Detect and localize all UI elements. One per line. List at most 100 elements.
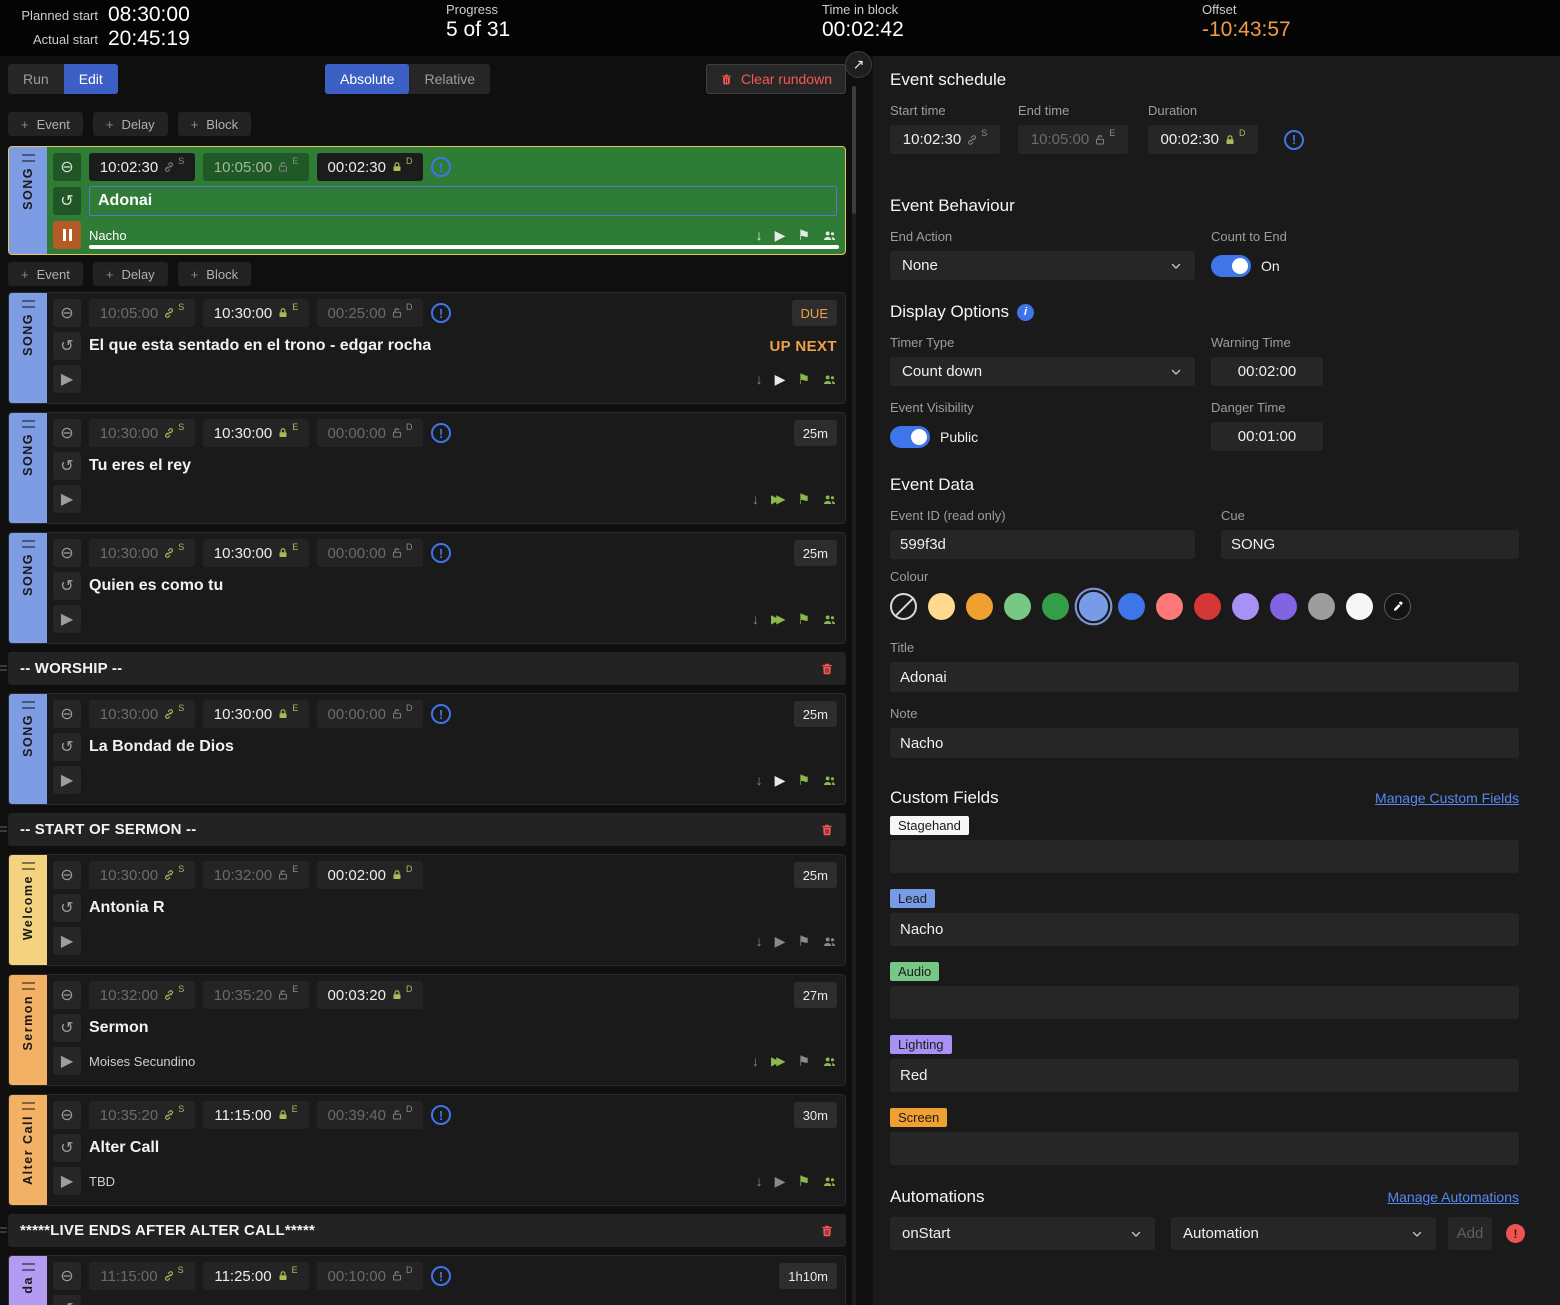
start-time-field[interactable]: 10:02:30S [89,153,195,181]
scrollbar-thumb[interactable] [852,86,856,214]
reload-event-button[interactable]: ↺ [53,733,81,761]
duration-field[interactable]: 00:39:40D [317,1101,423,1129]
reload-event-button[interactable]: ↺ [53,452,81,480]
reload-event-button[interactable]: ↺ [53,572,81,600]
group-icon[interactable] [822,1174,837,1189]
colour-swatch-none[interactable] [890,593,917,620]
add-block-button[interactable]: +Block [178,262,251,286]
play-icon[interactable]: ▶ [775,371,786,388]
group-icon[interactable] [822,773,837,788]
event-note[interactable]: Moises Secundino [89,1054,195,1069]
rundown-block[interactable]: *****LIVE ENDS AFTER ALTER CALL***** [8,1214,846,1247]
colour-swatch[interactable] [1004,593,1031,620]
drag-handle-icon[interactable] [22,862,35,870]
skip-event-button[interactable]: ⊖ [53,981,81,1009]
move-down-icon[interactable]: ↓ [752,611,759,627]
block-title[interactable]: -- WORSHIP -- [20,660,122,677]
custom-field-input-audio[interactable] [890,986,1519,1019]
start-event-button[interactable]: ▶ [53,605,81,633]
drag-handle-icon[interactable] [22,701,35,709]
end-time-field[interactable]: 10:30:00E [203,539,309,567]
start-time-input[interactable]: 10:02:30S [890,125,1000,154]
skip-event-button[interactable]: ⊖ [53,539,81,567]
event-type-strip[interactable]: Welcome [9,855,47,965]
add-event-button[interactable]: +Event [8,112,83,136]
expand-panel-button[interactable]: ↗ [845,51,872,78]
reload-event-button[interactable]: ↺ [53,332,81,360]
start-time-field[interactable]: 10:30:00S [89,419,195,447]
reload-event-button[interactable]: ↺ [53,1134,81,1162]
start-event-button[interactable]: ▶ [53,766,81,794]
event-type-strip[interactable]: SONG [9,533,47,643]
delete-block-button[interactable] [820,662,834,676]
custom-field-input-screen[interactable] [890,1132,1519,1165]
end-time-field[interactable]: 10:35:20E [203,981,309,1009]
skip-event-button[interactable]: ⊖ [53,1262,81,1290]
event-type-strip[interactable]: SONG [9,147,47,254]
start-event-button[interactable]: ▶ [53,365,81,393]
relative-mode-button[interactable]: Relative [409,64,490,94]
start-time-field[interactable]: 10:05:00S [89,299,195,327]
event-type-strip[interactable]: SONG [9,413,47,523]
duration-input[interactable]: 00:02:30D [1148,125,1258,154]
skip-event-button[interactable]: ⊖ [53,299,81,327]
add-automation-button[interactable]: Add [1448,1217,1492,1250]
event-type-strip[interactable]: Sermon [9,975,47,1085]
colour-swatch[interactable] [1346,593,1373,620]
event-title[interactable]: La Bondad de Dios [89,738,234,756]
event-type-strip[interactable]: SONG [9,293,47,403]
automation-select[interactable]: Automation [1171,1217,1436,1250]
count-to-end-toggle[interactable] [1211,255,1251,277]
colour-swatch[interactable] [966,593,993,620]
group-icon[interactable] [822,492,837,507]
skip-event-button[interactable]: ⊖ [53,419,81,447]
end-time-input[interactable]: 10:05:00E [1018,125,1128,154]
rundown-event[interactable]: SONG ⊖ 10:05:00S 10:30:00E 00:25:00D ! D… [8,292,846,404]
rundown-event[interactable]: da ⊖ 11:15:00S 11:25:00E 00:10:00D ! 1h1… [8,1255,846,1305]
event-visibility-toggle[interactable] [890,426,930,448]
start-time-field[interactable]: 10:32:00S [89,981,195,1009]
play-icon[interactable]: ▶ [775,227,786,244]
flag-icon[interactable]: ⚑ [797,772,810,789]
move-down-icon[interactable]: ↓ [752,1053,759,1069]
colour-swatch[interactable] [928,593,955,620]
colour-swatch[interactable] [1308,593,1335,620]
end-time-field[interactable]: 10:05:00E [203,153,309,181]
duration-field[interactable]: 00:00:00D [317,700,423,728]
move-down-icon[interactable]: ↓ [756,933,763,949]
custom-field-input-lighting[interactable] [890,1059,1519,1092]
group-icon[interactable] [822,1054,837,1069]
end-time-field[interactable]: 11:15:00E [203,1101,309,1129]
reload-event-button[interactable]: ↺ [53,1014,81,1042]
fast-forward-icon[interactable]: ▶▶ [771,492,785,506]
group-icon[interactable] [822,228,837,243]
fast-forward-icon[interactable]: ▶▶ [771,612,785,626]
group-icon[interactable] [822,612,837,627]
start-event-button[interactable]: ▶ [53,1047,81,1075]
drag-handle-icon[interactable] [0,826,7,832]
custom-field-input-lead[interactable] [890,913,1519,946]
colour-swatch-selected[interactable] [1079,592,1108,621]
end-action-select[interactable]: None [890,251,1195,280]
rundown-event[interactable]: Sermon ⊖ 10:32:00S 10:35:20E 00:03:20D 2… [8,974,846,1086]
event-title[interactable]: El que esta sentado en el trono - edgar … [89,337,431,355]
rundown-block[interactable]: -- START OF SERMON -- [8,813,846,846]
event-title[interactable]: Antonia R [89,899,165,917]
start-event-button[interactable]: ▶ [53,485,81,513]
move-down-icon[interactable]: ↓ [756,227,763,243]
event-note[interactable]: Nacho [89,228,127,243]
flag-icon[interactable]: ⚑ [797,371,810,388]
drag-handle-icon[interactable] [22,540,35,548]
flag-icon[interactable]: ⚑ [797,227,810,244]
skip-event-button[interactable]: ⊖ [53,153,81,181]
skip-event-button[interactable]: ⊖ [53,1101,81,1129]
colour-swatch[interactable] [1194,593,1221,620]
start-time-field[interactable]: 10:35:20S [89,1101,195,1129]
move-down-icon[interactable]: ↓ [756,371,763,387]
event-type-strip[interactable]: Alter Call [9,1095,47,1205]
group-icon[interactable] [822,934,837,949]
start-time-field[interactable]: 10:30:00S [89,539,195,567]
manage-custom-fields-link[interactable]: Manage Custom Fields [1375,790,1519,806]
event-title[interactable]: Quien es como tu [89,577,223,595]
duration-field[interactable]: 00:10:00D [317,1262,423,1290]
